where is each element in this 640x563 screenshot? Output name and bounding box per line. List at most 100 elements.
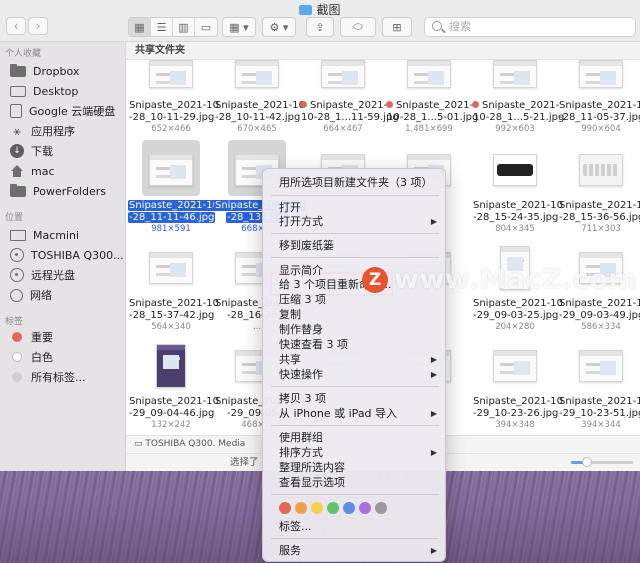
file-thumbnail[interactable] [579,60,623,88]
tag-color-dot[interactable] [311,502,323,514]
file-name-line2[interactable]: -29_09-03-25.jpg [472,310,558,322]
gear-button[interactable]: ⚙ ▾ [263,18,295,36]
file-name-line2[interactable]: -28_11-05-37.jpg [558,112,640,124]
file-thumbnail[interactable] [493,350,537,382]
file-thumbnail[interactable] [149,154,193,186]
file-name[interactable]: Snipaste_2021- [386,100,473,112]
sidebar-item-powerfolders[interactable]: PowerFolders [10,182,124,200]
menu-item-use-groups[interactable]: 使用群组 [263,430,445,445]
share-button[interactable]: ⇪ [307,18,333,36]
file-thumbnail[interactable] [500,246,530,290]
file-name[interactable]: Snipaste_2021-10 [472,298,563,310]
sidebar-item-network[interactable]: 网络 [10,286,124,304]
file-name-line2[interactable]: -29_09-03-49.jpg [558,310,640,322]
menu-item-copy[interactable]: 拷贝 3 项 [263,391,445,406]
file-thumbnail[interactable] [235,60,279,88]
file-name[interactable]: Snipaste_2021-10 [128,200,221,212]
file-name-line2[interactable]: -28_10-11-29.jpg [128,112,214,124]
tag-color-dot[interactable] [327,502,339,514]
search-input[interactable]: 搜索 [424,17,636,37]
menu-item-make-alias[interactable]: 制作替身 [263,322,445,337]
tag-color-dot[interactable] [279,502,291,514]
menu-item-open-with[interactable]: 打开方式 ▶ [263,214,445,229]
gallery-view-button[interactable]: ▭ [195,18,217,36]
file-name[interactable]: Snipaste_2021-10 [128,100,219,112]
sidebar-item-macmini[interactable]: Macmini [10,226,124,244]
menu-item-sort-by[interactable]: 排序方式 ▶ [263,445,445,460]
file-name[interactable]: Snipaste_2021-10 [558,298,640,310]
file-name[interactable]: Snipaste_2021-10 [472,200,563,212]
file-name-line2[interactable]: -29_09-04-46.jpg [128,408,214,420]
file-name-line2[interactable]: -28_10-11-42.jpg [214,112,300,124]
file-name[interactable]: Snipaste_2021-10 [214,100,305,112]
back-button[interactable]: ‹ [6,17,26,35]
sidebar-tag-all[interactable]: 所有标签... [10,368,124,386]
file-name-line2[interactable]: -28_15-36-56.jpg [558,212,640,224]
sidebar-item-toshiba[interactable]: TOSHIBA Q300... [10,246,124,264]
file-thumbnail[interactable] [149,60,193,88]
sidebar-item-applications[interactable]: ⚹ 应用程序 [10,122,124,140]
menu-item-quick-look[interactable]: 快速查看 3 项 [263,337,445,352]
menu-item-duplicate[interactable]: 复制 [263,307,445,322]
menu-item-open[interactable]: 打开 [263,200,445,215]
slider-knob[interactable] [581,457,592,467]
file-name-line2[interactable]: 10-28_1...11-59.jpg [300,112,399,124]
file-thumbnail[interactable] [579,350,623,382]
file-thumbnail[interactable] [407,60,451,88]
menu-item-share[interactable]: 共享 ▶ [263,352,445,367]
file-thumbnail[interactable] [156,344,186,388]
tag-color-dot[interactable] [295,502,307,514]
menu-item-clean-up[interactable]: 整理所选内容 [263,460,445,475]
sidebar-item-downloads[interactable]: ↓ 下载 [10,142,124,160]
file-thumbnail[interactable] [579,154,623,186]
menu-item-move-to-trash[interactable]: 移到废纸篓 [263,238,445,253]
file-name[interactable]: Snipaste_2021-10 [558,200,640,212]
sidebar-item-desktop[interactable]: Desktop [10,82,124,100]
file-thumbnail[interactable] [149,252,193,284]
file-name[interactable]: Snipaste_2021-10 [558,100,640,112]
file-name-line2[interactable]: -29_10-23-26.jpg [472,408,558,420]
list-view-button[interactable]: ☰ [151,18,173,36]
file-name[interactable]: Snipaste_2021-10 [472,396,563,408]
file-thumbnail[interactable] [493,60,537,88]
tag-color-dot[interactable] [375,502,387,514]
file-name[interactable]: Snipaste_2021-10 [128,298,219,310]
menu-item-services[interactable]: 服务 ▶ [263,543,445,558]
file-name-line2[interactable]: -29_10-23-51.jpg [558,408,640,420]
menu-item-new-folder[interactable]: 用所选项目新建文件夹（3 项） [263,175,445,190]
sidebar-tag-important[interactable]: 重要 [10,328,124,346]
menu-item-tags[interactable]: 标签... [263,519,445,534]
menu-item-get-info[interactable]: 显示简介 [263,263,445,278]
icon-view-button[interactable]: ▦ [129,18,151,36]
file-name-line2[interactable]: -28_15-24-35.jpg [472,212,558,224]
column-view-button[interactable]: ▥ [173,18,195,36]
file-name[interactable]: Snipaste_2021-10 [128,396,219,408]
file-name-line2[interactable]: 10-28_1...5-21.jpg [472,112,564,124]
file-name-line2[interactable]: -28_11-11-46.jpg [128,212,216,224]
file-name-line2[interactable]: 10-28_1...5-01.jpg [386,112,478,124]
forward-button[interactable]: › [28,17,48,35]
file-name-line2[interactable]: -28_15-37-42.jpg [128,310,214,322]
sidebar-tag-white[interactable]: 白色 [10,348,124,366]
file-name[interactable]: Snipaste_2021- [472,100,559,112]
menu-item-rename[interactable]: 给 3 个项目重新命名... [263,277,445,292]
sidebar-item-home[interactable]: mac [10,162,124,180]
tag-button[interactable]: ⬭ [341,18,375,36]
group-button[interactable]: ▦ ▾ [223,18,255,36]
file-thumbnail[interactable] [579,252,623,284]
file-thumbnail[interactable] [321,60,365,88]
sidebar-item-google-drive[interactable]: Google 云端硬盘 [10,102,124,120]
new-folder-button[interactable]: ⊞ [383,18,411,36]
tag-color-dot[interactable] [343,502,355,514]
menu-item-import-from-iphone[interactable]: 从 iPhone 或 iPad 导入 ▶ [263,406,445,421]
file-name[interactable]: Snipaste_2021- [300,100,387,112]
sidebar-item-remote-disc[interactable]: 远程光盘 [10,266,124,284]
menu-item-quick-actions[interactable]: 快速操作 ▶ [263,367,445,382]
menu-item-view-options[interactable]: 查看显示选项 [263,475,445,490]
file-thumbnail[interactable] [493,154,537,186]
icon-size-slider[interactable] [571,457,633,467]
file-name[interactable]: Snipaste_2021-10 [558,396,640,408]
sidebar-item-dropbox[interactable]: Dropbox [10,62,124,80]
menu-item-compress[interactable]: 压缩 3 项 [263,292,445,307]
tag-color-dot[interactable] [359,502,371,514]
